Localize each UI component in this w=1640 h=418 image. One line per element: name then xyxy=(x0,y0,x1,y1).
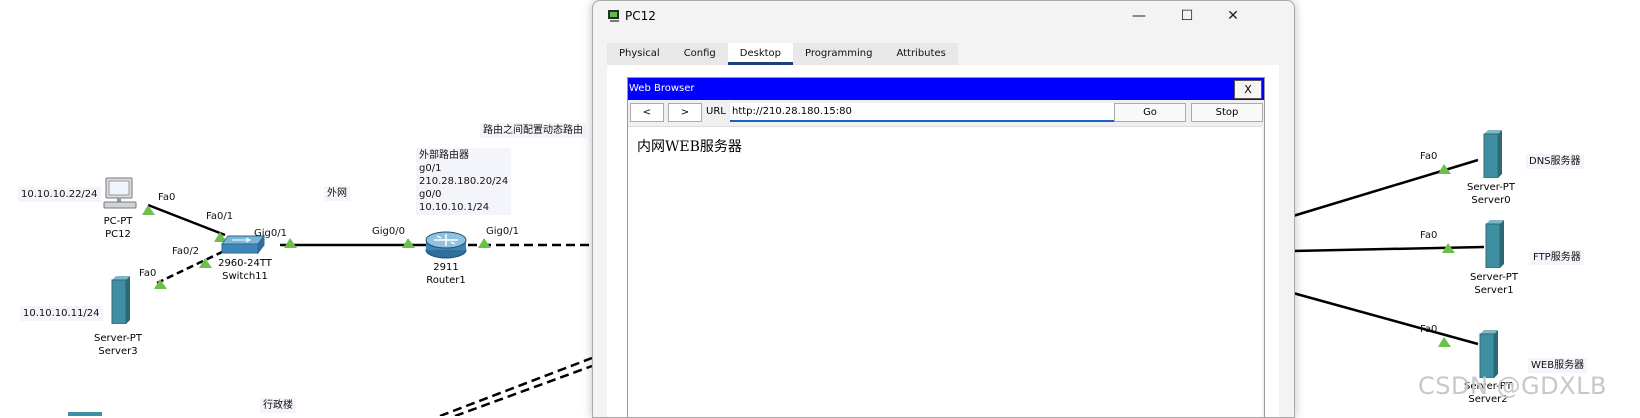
note-dns-server: DNS服务器 xyxy=(1526,154,1584,169)
cable-lower-1[interactable] xyxy=(439,356,593,416)
link-up-icon xyxy=(154,279,167,289)
window-tabs: Physical Config Desktop Programming Attr… xyxy=(607,43,958,65)
port-label-server0-fa0: Fa0 xyxy=(1420,151,1438,162)
port-label-server3-fa0: Fa0 xyxy=(139,268,157,279)
browser-close-button[interactable]: X xyxy=(1234,80,1262,99)
router1-type: 2911 xyxy=(433,262,459,273)
switch11-type: 2960-24TT xyxy=(218,258,272,269)
link-up-icon xyxy=(402,238,415,248)
cable-lower-2[interactable] xyxy=(454,364,593,416)
close-button[interactable]: ✕ xyxy=(1218,5,1248,27)
port-label-pc12-fa0: Fa0 xyxy=(158,192,176,203)
server3-icon[interactable] xyxy=(110,276,132,324)
ip-note-server3: 10.10.10.11/24 xyxy=(20,306,103,321)
server1-type: Server-PT xyxy=(1470,272,1518,283)
pc12-type: PC-PT xyxy=(103,216,133,227)
server1-icon[interactable] xyxy=(1484,220,1506,268)
csdn-watermark: CSDN @GDXLB xyxy=(1418,372,1607,400)
router-icon[interactable] xyxy=(424,228,468,260)
back-button[interactable]: < xyxy=(630,103,664,122)
router1-name: Router1 xyxy=(426,275,466,286)
partial-device-icon[interactable] xyxy=(68,412,102,416)
browser-title: Web Browser xyxy=(629,83,695,94)
minimize-button[interactable]: — xyxy=(1124,5,1154,27)
pc-icon[interactable] xyxy=(102,176,138,212)
browser-page-view: 内网WEB服务器 xyxy=(628,126,1262,417)
cable-server1[interactable] xyxy=(1292,245,1485,253)
page-content-text: 内网WEB服务器 xyxy=(637,139,742,155)
server0-name: Server0 xyxy=(1471,195,1511,206)
note-dynamic-routing: 路由之间配置动态路由 xyxy=(480,123,586,138)
switch11-name: Switch11 xyxy=(222,271,268,282)
pc12-name: PC12 xyxy=(105,229,131,240)
window-titlebar[interactable]: PC12 — ☐ ✕ xyxy=(593,1,1294,31)
pc12-window: PC12 — ☐ ✕ Physical Config Desktop Progr… xyxy=(592,0,1295,418)
port-label-switch-fa01: Fa0/1 xyxy=(206,211,234,222)
tab-physical[interactable]: Physical xyxy=(607,43,672,65)
pc-app-icon xyxy=(608,10,619,22)
url-input[interactable] xyxy=(730,103,1114,122)
forward-button[interactable]: > xyxy=(668,103,702,122)
server0-type: Server-PT xyxy=(1467,182,1515,193)
link-up-icon xyxy=(1438,337,1451,347)
server1-name: Server1 xyxy=(1474,285,1514,296)
web-browser: Web Browser X < > URL Go Stop 内网WEB服务器 xyxy=(627,77,1265,417)
url-label: URL xyxy=(706,106,726,117)
port-label-router-gig01: Gig0/1 xyxy=(486,226,519,237)
desktop-panel: Web Browser X < > URL Go Stop 内网WEB服务器 xyxy=(607,65,1279,417)
port-label-server1-fa0: Fa0 xyxy=(1420,230,1438,241)
link-up-icon xyxy=(478,238,491,248)
server2-icon[interactable] xyxy=(1478,330,1500,378)
tab-config[interactable]: Config xyxy=(672,43,728,65)
router-note: 外部路由器 g0/1 210.28.180.20/24 g0/0 10.10.1… xyxy=(416,148,512,215)
server0-icon[interactable] xyxy=(1482,130,1504,178)
note-xingzheng: 行政楼 xyxy=(260,398,296,413)
note-waiwang: 外网 xyxy=(324,186,350,201)
server3-type: Server-PT xyxy=(94,333,142,344)
tab-programming[interactable]: Programming xyxy=(793,43,884,65)
port-label-switch-fa02: Fa0/2 xyxy=(172,246,200,257)
tab-desktop[interactable]: Desktop xyxy=(727,43,794,65)
server3-name: Server3 xyxy=(98,346,138,357)
go-button[interactable]: Go xyxy=(1114,103,1186,122)
ip-note-pc12: 10.10.10.22/24 xyxy=(18,187,101,202)
browser-titlebar: Web Browser X xyxy=(628,78,1264,100)
note-web-server: WEB服务器 xyxy=(1528,358,1588,373)
note-ftp-server: FTP服务器 xyxy=(1530,250,1584,265)
port-label-server2-fa0: Fa0 xyxy=(1420,324,1438,335)
tab-attributes[interactable]: Attributes xyxy=(884,43,957,65)
port-label-switch-gig01: Gig0/1 xyxy=(254,228,287,239)
maximize-button[interactable]: ☐ xyxy=(1172,5,1202,27)
port-label-router-gig00: Gig0/0 xyxy=(372,226,405,237)
window-title: PC12 xyxy=(625,9,656,23)
stop-button[interactable]: Stop xyxy=(1191,103,1263,122)
cable-server2[interactable] xyxy=(1292,291,1479,346)
